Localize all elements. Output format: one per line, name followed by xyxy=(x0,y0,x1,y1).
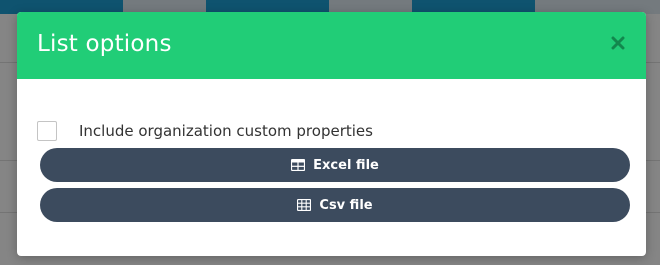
grid-icon xyxy=(297,199,312,211)
csv-file-label: Csv file xyxy=(319,197,373,213)
custom-properties-label: Include organization custom properties xyxy=(79,122,373,140)
list-options-modal: List options Include organization custom… xyxy=(17,12,646,256)
modal-title: List options xyxy=(37,31,172,57)
modal-header: List options xyxy=(17,12,646,79)
table-icon xyxy=(291,159,306,171)
custom-properties-checkbox[interactable] xyxy=(37,121,57,141)
csv-file-button[interactable]: Csv file xyxy=(40,188,630,222)
close-button[interactable] xyxy=(607,32,629,54)
custom-properties-option: Include organization custom properties xyxy=(37,121,373,141)
close-icon xyxy=(611,36,625,50)
excel-file-button[interactable]: Excel file xyxy=(40,148,630,182)
excel-file-label: Excel file xyxy=(313,157,379,173)
